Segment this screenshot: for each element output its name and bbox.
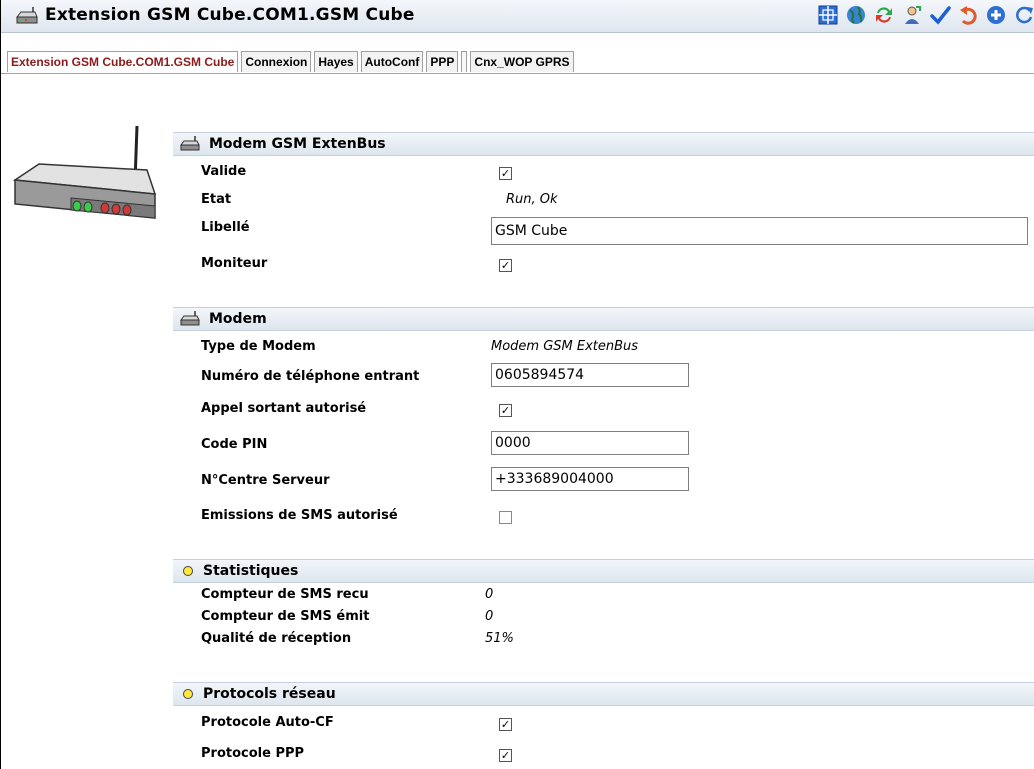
section-statistiques: Statistiques Compteur de SMS recu 0 Comp… [173, 559, 1034, 659]
qualite-value: 51% [485, 631, 514, 646]
section-header-modem[interactable]: Modem [173, 307, 1034, 331]
type-modem-value: Modem GSM ExtenBus [491, 339, 639, 354]
user-settings-icon[interactable] [901, 4, 923, 26]
section-title: Protocols réseau [203, 686, 336, 702]
tab-bar: Extension GSM Cube.COM1.GSM Cube Connexi… [1, 51, 1034, 74]
pin-input[interactable]: 0000 [491, 431, 689, 455]
pin-label: Code PIN [201, 437, 268, 452]
sms-recu-value: 0 [485, 587, 494, 602]
autocf-checkbox[interactable]: ✓ [499, 718, 512, 731]
undo-icon[interactable] [957, 4, 979, 26]
section-header-statistiques[interactable]: Statistiques [173, 559, 1034, 583]
etat-label: Etat [201, 192, 232, 207]
section-modem: Modem Type de Modem Modem GSM ExtenBus N… [173, 307, 1034, 527]
etat-value: Run, Ok [506, 192, 558, 207]
appel-checkbox[interactable]: ✓ [499, 404, 512, 417]
sms-recu-label: Compteur de SMS recu [201, 587, 369, 602]
section-title: Modem GSM ExtenBus [209, 136, 386, 152]
centre-label: N°Centre Serveur [201, 473, 330, 488]
tab-cnx-wop-gprs[interactable]: Cnx_WOP GPRS [470, 51, 574, 72]
numero-input[interactable]: 0605894574 [491, 363, 689, 387]
tab-hayes[interactable]: Hayes [314, 51, 358, 72]
valide-checkbox[interactable]: ✓ [499, 167, 512, 180]
section-header-modem-gsm[interactable]: Modem GSM ExtenBus [173, 132, 1034, 156]
toolbar [817, 4, 1034, 28]
tab-connexion[interactable]: Connexion [241, 51, 312, 72]
ppp-label: Protocole PPP [201, 746, 305, 761]
sms-emit-label: Compteur de SMS émit [201, 609, 370, 624]
section-title: Statistiques [203, 563, 299, 579]
autocf-label: Protocole Auto-CF [201, 715, 334, 730]
modem-icon [180, 311, 200, 326]
moniteur-label: Moniteur [201, 256, 268, 271]
tab-empty[interactable] [461, 51, 468, 72]
window-title: Extension GSM Cube.COM1.GSM Cube [45, 5, 415, 25]
title-bar: Extension GSM Cube.COM1.GSM Cube [1, 0, 1034, 33]
grid-icon[interactable] [817, 4, 839, 26]
section-title: Modem [209, 311, 267, 327]
modem-device-image [12, 125, 157, 219]
globe-icon[interactable] [845, 4, 867, 26]
qualite-label: Qualité de réception [201, 631, 352, 646]
moniteur-checkbox[interactable]: ✓ [499, 259, 512, 272]
reload-icon[interactable] [1013, 4, 1034, 26]
refresh-green-red-icon[interactable] [873, 4, 895, 26]
section-modem-gsm-extenbus: Modem GSM ExtenBus Valide ✓ Etat Run, Ok… [173, 132, 1034, 282]
sms-emit-value: 0 [485, 609, 494, 624]
modem-icon [180, 136, 200, 151]
configuration-window: Extension GSM Cube.COM1.GSM Cube Extensi… [0, 0, 1034, 769]
type-modem-label: Type de Modem [201, 339, 316, 354]
tab-autoconf[interactable]: AutoConf [360, 51, 424, 72]
sms-label: Emissions de SMS autorisé [201, 508, 398, 523]
appel-label: Appel sortant autorisé [201, 401, 367, 416]
libelle-input[interactable]: GSM Cube [491, 217, 1028, 245]
section-header-protocols[interactable]: Protocols réseau [173, 682, 1034, 706]
sms-checkbox[interactable] [499, 511, 512, 524]
add-circle-icon[interactable] [985, 4, 1007, 26]
status-dot-icon [183, 689, 193, 699]
ppp-checkbox[interactable]: ✓ [499, 749, 512, 762]
tab-extension-gsm-cube[interactable]: Extension GSM Cube.COM1.GSM Cube [7, 51, 239, 72]
checkmark-icon[interactable] [929, 4, 951, 26]
modem-icon [15, 7, 38, 24]
valide-label: Valide [201, 164, 247, 179]
status-dot-icon [183, 566, 193, 576]
section-protocols: Protocols réseau Protocole Auto-CF ✓ Pro… [173, 682, 1034, 769]
libelle-label: Libellé [201, 220, 250, 235]
numero-label: Numéro de téléphone entrant [201, 369, 420, 384]
centre-input[interactable]: +333689004000 [491, 467, 689, 491]
tab-ppp[interactable]: PPP [426, 51, 459, 72]
